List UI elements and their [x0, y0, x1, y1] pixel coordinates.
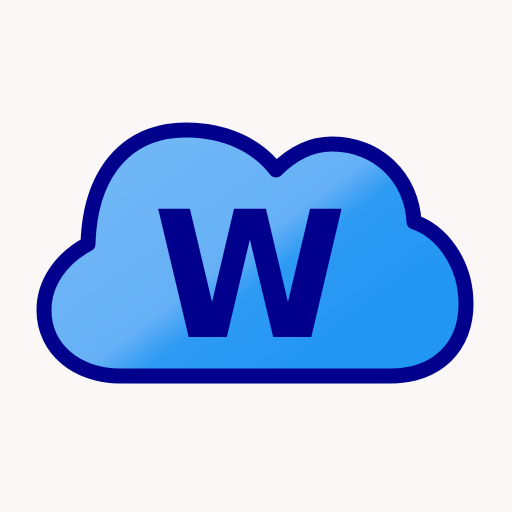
- cloud-letter-w-icon: W: [36, 122, 474, 384]
- cloud-letter: W: [153, 174, 347, 379]
- app-icon-canvas: W: [0, 0, 512, 512]
